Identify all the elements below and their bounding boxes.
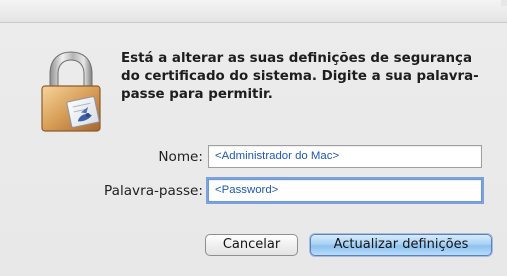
authentication-message: Está a alterar as suas definições de seg… bbox=[121, 51, 479, 103]
update-settings-button[interactable]: Actualizar definições bbox=[310, 234, 492, 256]
window-top-edge bbox=[0, 0, 507, 23]
name-label: Nome: bbox=[158, 149, 203, 165]
authentication-dialog: Está a alterar as suas definições de seg… bbox=[0, 0, 507, 276]
password-label: Palavra-passe: bbox=[104, 183, 203, 199]
window-corner bbox=[501, 0, 507, 6]
name-field[interactable]: <Administrador do Mac> bbox=[208, 145, 482, 168]
cancel-button[interactable]: Cancelar bbox=[205, 234, 298, 256]
padlock-certificate-icon bbox=[41, 51, 101, 132]
password-field[interactable]: <Password> bbox=[208, 179, 482, 202]
